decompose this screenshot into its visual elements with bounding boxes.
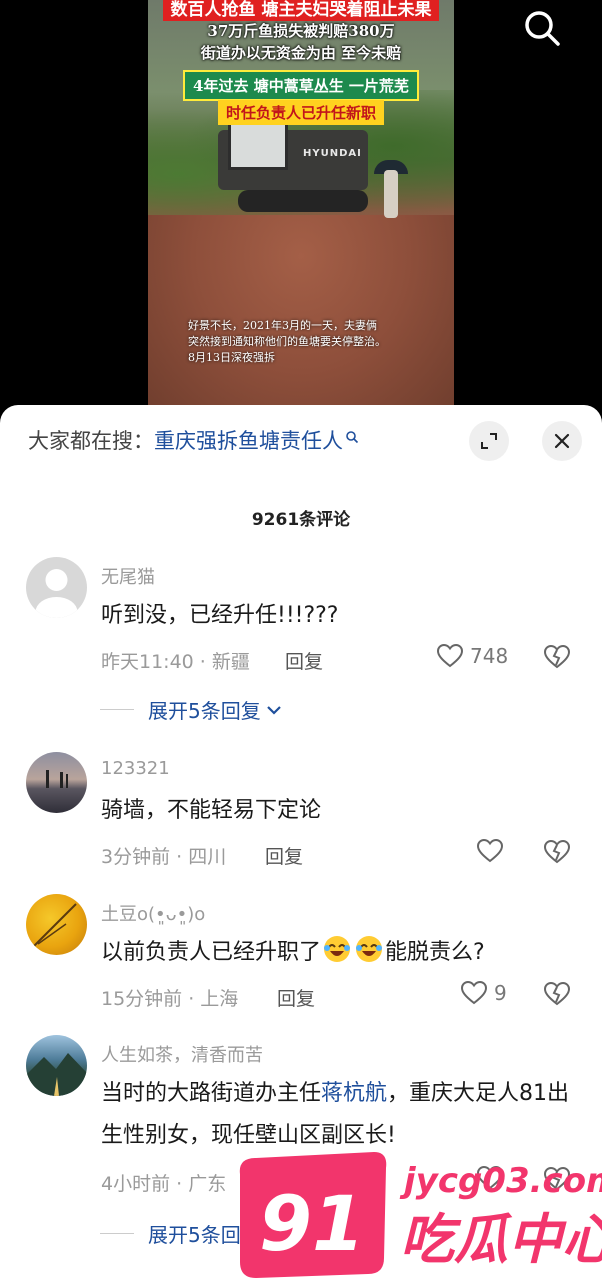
- comment-time-location: 4小时前 · 广东: [101, 1173, 227, 1195]
- heart-icon: [460, 980, 488, 1005]
- excavator-logo: HYUNDAI: [303, 148, 362, 159]
- like-button[interactable]: [476, 838, 504, 864]
- watermark: 91 jycg03.com 吃瓜中心: [236, 1150, 602, 1280]
- comment-item: 123321 骑墙，不能轻易下定论 3分钟前 · 四川 回复: [0, 750, 602, 870]
- video-player[interactable]: HYUNDAI 数百人抢鱼 塘主夫妇哭着阻止未果 37万斤鱼损失被判赔380万 …: [0, 0, 602, 420]
- comment-count: 9261条评论: [251, 510, 351, 530]
- expand-replies-label: 展开5条回复: [148, 699, 261, 723]
- avatar[interactable]: [26, 752, 87, 813]
- watermark-brand: 吃瓜中心: [400, 1208, 602, 1271]
- close-icon: [554, 433, 570, 449]
- comment-text: 骑墙，不能轻易下定论: [101, 798, 322, 823]
- like-count: 9: [494, 981, 507, 1005]
- chevron-down-icon: [266, 705, 281, 715]
- comment-text: 以前负责人已经升职了 能脱责么?: [101, 932, 581, 974]
- comment-username[interactable]: 无尾猫: [101, 563, 155, 589]
- comment-text: 听到没，已经升任!!!???: [101, 603, 339, 628]
- dislike-icon: [543, 981, 571, 1006]
- video-caption: 好景不长，2021年3月的一天，夫妻俩 突然接到通知称他们的鱼塘要关停整治。 8…: [188, 319, 386, 364]
- video-person: [384, 170, 398, 218]
- video-title-line4: 时任负责人已升任新职: [148, 100, 454, 125]
- comment-text: 当时的大路街道办主任蒋杭航，重庆大足人81出生性别女，现任壁山区副区长!: [101, 1081, 570, 1148]
- avatar[interactable]: [26, 894, 87, 955]
- comment-time-location: 3分钟前 · 四川: [101, 846, 227, 868]
- expand-button[interactable]: [469, 421, 509, 461]
- hot-search-row[interactable]: 大家都在搜：重庆强拆鱼塘责任人: [28, 425, 359, 455]
- reply-button[interactable]: 回复: [277, 984, 315, 1011]
- avatar[interactable]: [26, 1035, 87, 1096]
- divider: [100, 1233, 134, 1234]
- divider: [100, 709, 134, 710]
- watermark-number: 91: [259, 1179, 365, 1268]
- mention-link[interactable]: 蒋杭航: [321, 1081, 387, 1106]
- dislike-icon: [543, 644, 571, 669]
- video-title-line1: 数百人抢鱼 塘主夫妇哭着阻止未果: [148, 0, 454, 21]
- search-button[interactable]: [522, 8, 562, 48]
- comment-username[interactable]: 土豆o(•͈ᴗ•͈)o: [101, 900, 205, 926]
- comment-item: 土豆o(•͈ᴗ•͈)o 以前负责人已经升职了 能脱责么? 15分钟前 · 上海 回…: [0, 892, 602, 1012]
- video-title-line3: 4年过去 塘中蒿草丛生 一片荒芜: [148, 70, 454, 101]
- like-count: 748: [470, 644, 509, 668]
- video-excavator: HYUNDAI: [188, 120, 388, 220]
- reply-button[interactable]: 回复: [285, 647, 323, 674]
- comment-item: 无尾猫 听到没，已经升任!!!??? 昨天11:40 · 新疆 回复 748 展…: [0, 555, 602, 725]
- heart-icon: [476, 838, 504, 863]
- hot-search-query[interactable]: 重庆强拆鱼塘责任人: [154, 429, 343, 453]
- avatar[interactable]: [26, 557, 87, 618]
- expand-replies-button[interactable]: 展开5条回复: [100, 695, 283, 724]
- dislike-button[interactable]: [543, 644, 571, 674]
- laughing-emoji-icon: [322, 934, 352, 964]
- dislike-button[interactable]: [543, 839, 571, 869]
- comment-username[interactable]: 123321: [101, 758, 170, 779]
- laughing-emoji-icon: [354, 934, 384, 964]
- like-button[interactable]: 9: [460, 980, 507, 1006]
- reply-button[interactable]: 回复: [265, 842, 303, 869]
- like-button[interactable]: 748: [436, 643, 508, 669]
- expand-icon: [481, 433, 497, 449]
- search-query-icon: [345, 425, 359, 449]
- comment-username[interactable]: 人生如茶，清香而苦: [101, 1041, 263, 1067]
- comment-time-location: 15分钟前 · 上海: [101, 988, 239, 1010]
- heart-icon: [436, 643, 464, 668]
- dislike-icon: [543, 839, 571, 864]
- video-title-line2: 37万斤鱼损失被判赔380万 街道办以无资金为由 至今未赔: [200, 22, 402, 62]
- close-button[interactable]: [542, 421, 582, 461]
- dislike-button[interactable]: [543, 981, 571, 1011]
- hot-search-prefix: 大家都在搜：: [28, 429, 154, 453]
- search-icon: [525, 11, 560, 46]
- comment-sheet: 大家都在搜：重庆强拆鱼塘责任人 9261条评论 无尾猫 听到没，已经升任!!!?…: [0, 405, 602, 1280]
- video-frame: HYUNDAI 数百人抢鱼 塘主夫妇哭着阻止未果 37万斤鱼损失被判赔380万 …: [148, 0, 454, 420]
- comment-time-location: 昨天11:40 · 新疆: [101, 651, 250, 673]
- watermark-domain: jycg03.com: [399, 1161, 602, 1201]
